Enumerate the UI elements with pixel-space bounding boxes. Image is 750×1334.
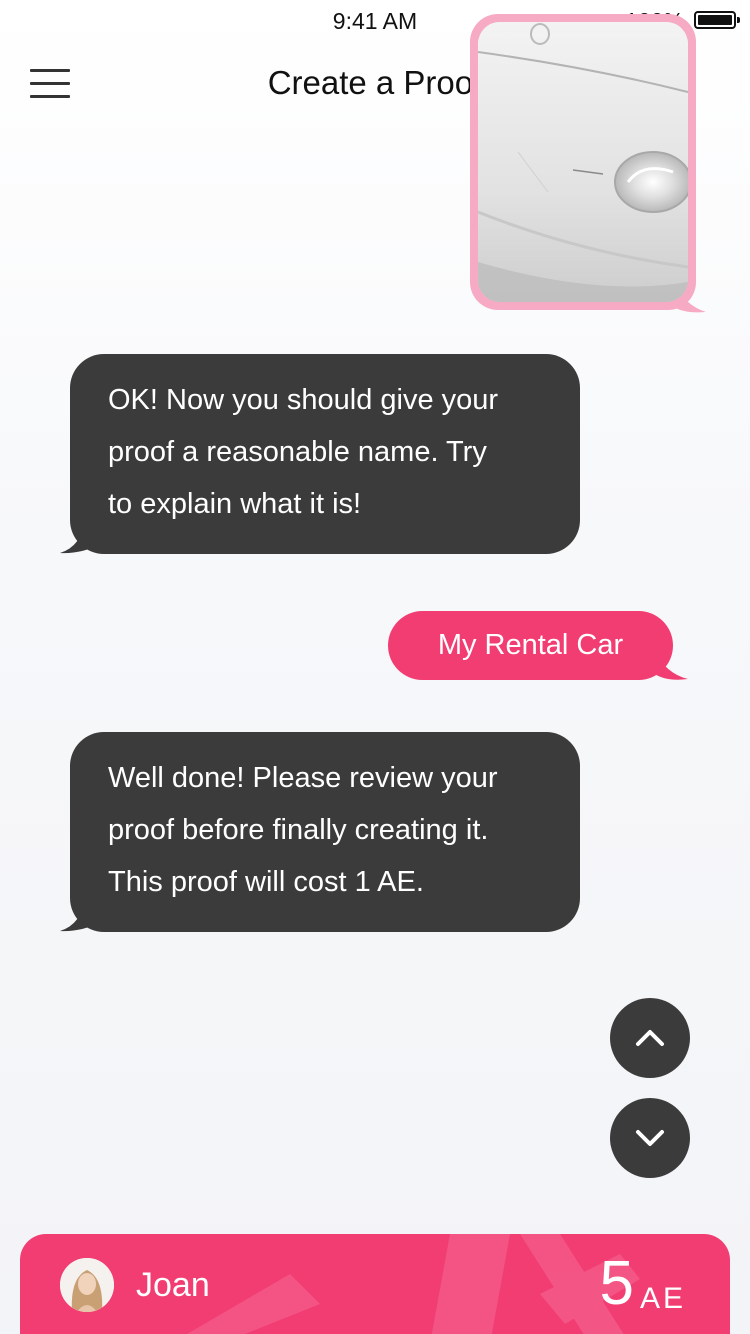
- car-photo-image: [478, 22, 688, 302]
- bot-message-2-line-1: Well done! Please review your: [108, 762, 498, 794]
- bot-message-2-line-2: proof before finally creating it.: [108, 814, 489, 846]
- chevron-up-icon: [636, 1030, 664, 1046]
- bot-message-1: OK! Now you should give your proof a rea…: [70, 354, 580, 554]
- chevron-down-icon: [636, 1130, 664, 1146]
- bot-message-1-line-3: to explain what it is!: [108, 488, 362, 520]
- scroll-up-button[interactable]: [610, 998, 690, 1078]
- balance-value: 5: [599, 1249, 634, 1318]
- user-message: My Rental Car: [388, 611, 673, 680]
- bot-message-2-line-3: This proof will cost 1 AE.: [108, 866, 424, 898]
- car-photo[interactable]: [478, 22, 688, 302]
- avatar-image: [60, 1258, 114, 1312]
- photo-message-bubble[interactable]: [470, 14, 696, 310]
- avatar[interactable]: [60, 1258, 114, 1312]
- user-name: Joan: [136, 1266, 210, 1304]
- bot-message-1-line-1: OK! Now you should give your: [108, 384, 499, 416]
- balance-unit: AE: [639, 1282, 686, 1315]
- bot-message-2: Well done! Please review your proof befo…: [70, 732, 580, 932]
- account-card[interactable]: Joan 5 AE: [20, 1234, 730, 1334]
- scroll-down-button[interactable]: [610, 1098, 690, 1178]
- battery-icon: [694, 11, 740, 29]
- bot-message-1-line-2: proof a reasonable name. Try: [108, 436, 487, 468]
